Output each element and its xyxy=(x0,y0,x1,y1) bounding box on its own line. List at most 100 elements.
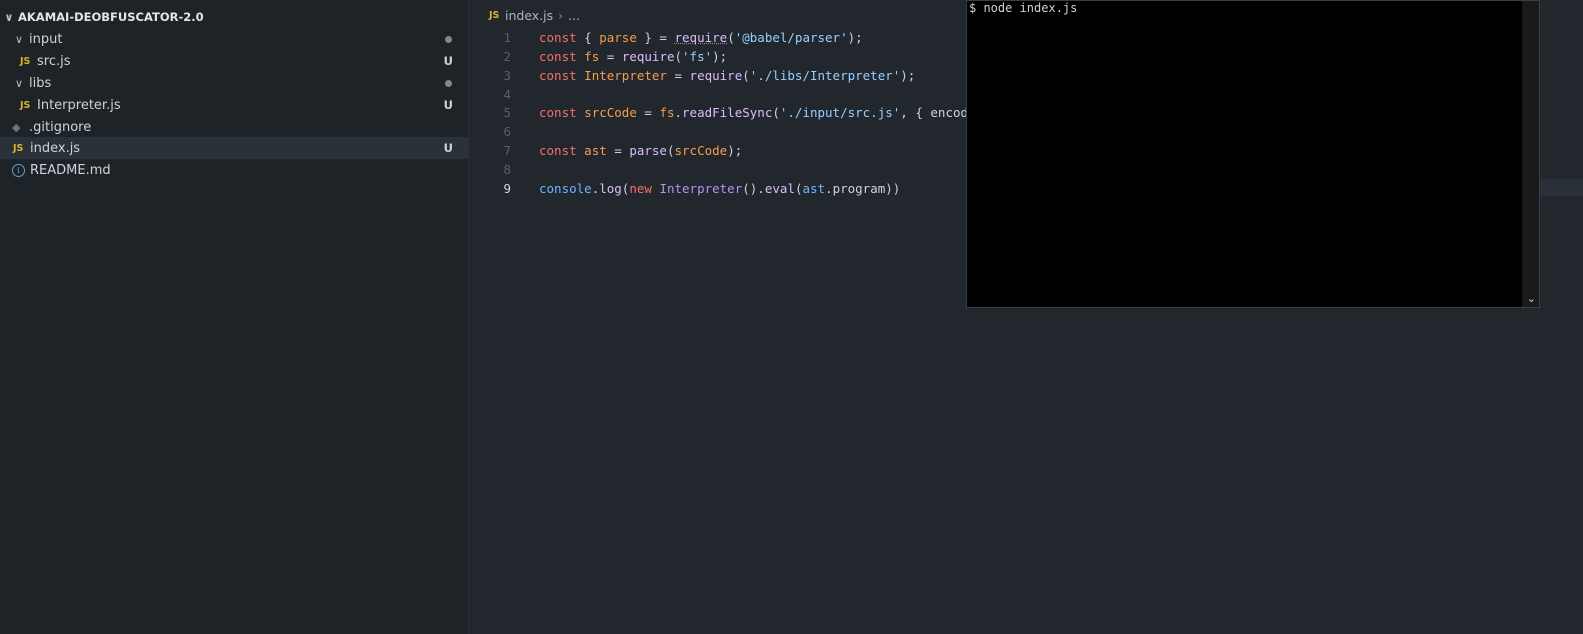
token-punct: ( xyxy=(666,143,675,158)
token-punct: . xyxy=(825,181,833,196)
token-punct: = xyxy=(606,143,630,158)
token-punct: ( xyxy=(742,68,750,83)
line-number: 2 xyxy=(503,49,511,64)
tree-item-label: README.md xyxy=(30,162,111,178)
token-identifier: program xyxy=(832,181,886,196)
code-line[interactable]: 2 const fs = require('fs'); xyxy=(469,47,727,66)
token-punct: () xyxy=(742,181,758,196)
token-string: './input/src.js' xyxy=(779,105,901,120)
token-punct: . xyxy=(674,105,683,120)
git-status-badge: U xyxy=(443,54,453,68)
file-explorer: ∨ AKAMAI-DEOBFUSCATOR-2.0 ∨ input JS src… xyxy=(0,0,469,634)
token-function: parse xyxy=(629,143,667,158)
token-function: require xyxy=(674,30,728,45)
line-number: 1 xyxy=(503,30,511,45)
explorer-root-folder[interactable]: ∨ AKAMAI-DEOBFUSCATOR-2.0 xyxy=(0,6,469,28)
code-line[interactable]: 8 xyxy=(469,160,539,179)
token-punct: { xyxy=(576,30,600,45)
tree-item-src-js[interactable]: JS src.js U xyxy=(0,50,469,72)
token-string: '@babel/parser' xyxy=(734,30,848,45)
token-identifier: encod xyxy=(930,105,969,120)
token-identifier: console xyxy=(539,181,592,196)
token-identifier: fs xyxy=(584,49,600,64)
line-number: 8 xyxy=(503,162,511,177)
token-punct xyxy=(577,105,585,120)
chevron-down-icon: ∨ xyxy=(4,10,14,24)
js-file-icon: JS xyxy=(13,142,24,154)
tree-item-index-js[interactable]: JS index.js U xyxy=(0,137,469,159)
tree-item-label: src.js xyxy=(37,53,71,69)
code-line[interactable]: 6 xyxy=(469,122,539,141)
modified-dot-icon xyxy=(445,35,452,43)
token-keyword: const xyxy=(539,105,577,120)
token-string: './libs/Interpreter' xyxy=(749,68,901,83)
token-function: eval xyxy=(764,181,795,196)
tree-item-label: index.js xyxy=(30,140,81,156)
token-punct: = xyxy=(599,49,622,64)
tree-item-gitignore[interactable]: ◆ .gitignore xyxy=(0,116,469,138)
line-number: 6 xyxy=(503,124,511,139)
token-identifier: srcCode xyxy=(674,143,728,158)
token-punct: ); xyxy=(727,143,743,158)
token-punct: ( xyxy=(772,105,780,120)
code-line[interactable]: 3 const Interpreter = require('./libs/In… xyxy=(469,66,915,85)
code-line[interactable]: 4 xyxy=(469,85,539,104)
token-identifier: ast xyxy=(802,181,826,196)
tree-item-label: libs xyxy=(29,75,52,91)
breadcrumb-file[interactable]: index.js xyxy=(505,8,553,23)
line-number: 5 xyxy=(503,105,511,120)
code-line[interactable]: 5 const srcCode = fs. readFileSync('./inp… xyxy=(469,103,968,122)
scroll-down-icon[interactable]: ⌄ xyxy=(1527,292,1536,305)
token-identifier: ast xyxy=(584,143,607,158)
token-punct: = xyxy=(666,68,690,83)
js-file-icon: JS xyxy=(489,10,500,21)
tree-item-readme[interactable]: i README.md xyxy=(0,159,469,181)
breadcrumb: JS index.js › ... xyxy=(489,8,580,23)
token-punct: )) xyxy=(885,181,901,196)
line-number: 3 xyxy=(503,68,511,83)
tree-item-input-folder[interactable]: ∨ input xyxy=(0,28,469,50)
terminal-scrollbar[interactable]: ⌄ xyxy=(1522,1,1539,307)
root-folder-label: AKAMAI-DEOBFUSCATOR-2.0 xyxy=(18,10,204,24)
tree-item-label: input xyxy=(29,31,63,47)
line-number: 4 xyxy=(503,87,511,102)
code-line[interactable]: 1 const { parse } = require('@babel/pars… xyxy=(469,28,863,47)
token-function: readFileSync xyxy=(682,105,773,120)
tree-item-libs-folder[interactable]: ∨ libs xyxy=(0,72,469,94)
token-keyword: const xyxy=(539,68,577,83)
token-punct: = xyxy=(636,105,660,120)
git-status-badge: U xyxy=(443,141,453,155)
token-punct: ( xyxy=(794,181,803,196)
line-number: 7 xyxy=(503,143,511,158)
breadcrumb-more[interactable]: ... xyxy=(568,8,580,23)
token-punct: ( xyxy=(674,49,683,64)
token-punct: , { xyxy=(900,105,931,120)
token-keyword: const xyxy=(539,143,577,158)
token-punct: ( xyxy=(621,181,630,196)
token-punct xyxy=(577,68,585,83)
token-identifier: fs xyxy=(659,105,675,120)
token-punct xyxy=(652,181,660,196)
token-punct: } = xyxy=(636,30,675,45)
token-identifier: srcCode xyxy=(584,105,637,120)
tree-item-label: Interpreter.js xyxy=(37,97,121,113)
terminal-panel[interactable]: $ node index.js ⌄ xyxy=(966,0,1540,308)
terminal-output: $ node index.js xyxy=(969,1,1078,15)
code-line[interactable]: 7 const ast = parse(srcCode); xyxy=(469,141,742,160)
token-identifier: parse xyxy=(599,30,637,45)
tree-item-label: .gitignore xyxy=(29,119,92,135)
tree-item-interpreter-js[interactable]: JS Interpreter.js U xyxy=(0,94,469,116)
token-punct: . xyxy=(591,181,600,196)
code-line-current[interactable]: 9 console. log(new Interpreter(). eval(ast… xyxy=(469,179,900,198)
token-punct: ); xyxy=(847,30,863,45)
current-line-highlight xyxy=(1540,179,1583,196)
token-punct: ); xyxy=(900,68,916,83)
token-function: require xyxy=(689,68,743,83)
token-keyword: new xyxy=(629,181,652,196)
token-punct: ( xyxy=(727,30,735,45)
chevron-down-icon: ∨ xyxy=(14,76,24,90)
token-string: 'fs' xyxy=(682,49,713,64)
token-keyword: const xyxy=(539,49,577,64)
chevron-right-icon: › xyxy=(558,8,564,23)
token-punct: . xyxy=(757,181,765,196)
